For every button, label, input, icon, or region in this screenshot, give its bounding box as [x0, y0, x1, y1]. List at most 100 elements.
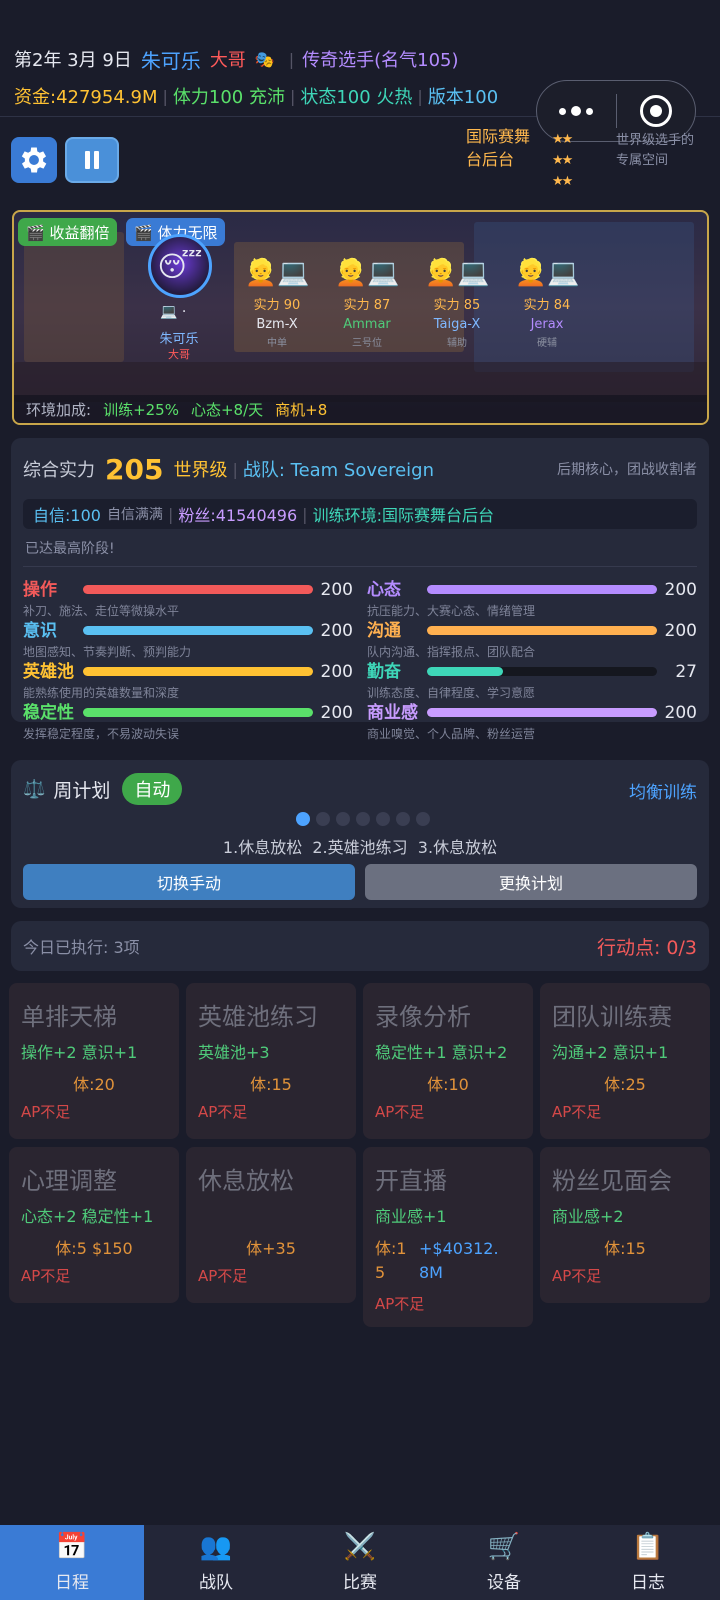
teammate-avatar-icon: 👱💻: [424, 258, 490, 288]
stat-operation: 操作 200 补刀、施法、走位等微操水平: [23, 578, 353, 618]
star-icon: ★★: [552, 132, 573, 147]
nav-equipment[interactable]: 🛒 设备: [432, 1525, 576, 1600]
action-cost: 体:15: [375, 1239, 407, 1282]
overall-label: 综合实力: [23, 460, 95, 481]
teammate-card[interactable]: 👱💻 实力 85 Taiga-X 辅助: [412, 256, 502, 349]
action-fan-meeting[interactable]: 粉丝见面会 商业感+2 体:15 AP不足: [540, 1147, 710, 1303]
action-ap-status: AP不足: [552, 1103, 602, 1121]
page-dot: [376, 812, 390, 826]
balance-icon: ⚖️: [23, 778, 46, 800]
stat-desc: 商业嗅觉、个人品牌、粉丝运营: [367, 727, 536, 741]
action-cost: 体:20: [73, 1075, 115, 1094]
scene-backdrop: [24, 232, 124, 362]
teammate-card[interactable]: 👱💻 实力 87 Ammar 三号位: [322, 256, 412, 349]
stat-bar: [83, 667, 313, 676]
nav-team[interactable]: 👥 战队: [144, 1525, 288, 1600]
stat-bar: [427, 708, 657, 717]
teammate-name: Taiga-X: [433, 317, 481, 332]
action-effect: 稳定性+1 意识+2: [375, 1043, 508, 1062]
venue-description: 世界级选手的专属空间: [616, 133, 695, 168]
action-mental-adjust[interactable]: 心理调整 心态+2 稳定性+1 体:5 $150 AP不足: [9, 1147, 179, 1303]
action-effect: 心态+2 稳定性+1: [21, 1207, 154, 1226]
close-miniprogram-icon[interactable]: [617, 95, 696, 127]
settings-button[interactable]: [11, 137, 57, 183]
player-avatar[interactable]: 😴: [148, 234, 212, 298]
environment-bonus: 环境加成: 训练+25% 心态+8/天 商机+8: [14, 395, 707, 423]
stat-name: 英雄池: [23, 662, 74, 682]
action-team-scrim[interactable]: 团队训练赛 沟通+2 意识+1 体:25 AP不足: [540, 983, 710, 1139]
action-effect: 操作+2 意识+1: [21, 1043, 138, 1062]
teammate-role: 硬辅: [537, 338, 557, 349]
env-mood: 心态+8/天: [190, 400, 264, 419]
teammate-power: 实力 90: [253, 298, 301, 313]
action-ap-status: AP不足: [198, 1267, 248, 1285]
action-income: +$40312.8M: [419, 1239, 499, 1282]
action-replay-analysis[interactable]: 录像分析 稳定性+1 意识+2 体:10 AP不足: [363, 983, 533, 1139]
stat-communication: 沟通 200 队内沟通、指挥报点、团队配合: [367, 619, 697, 659]
team-name: 战队: Team Sovereign: [242, 460, 435, 481]
nav-log[interactable]: 📋 日志: [576, 1525, 720, 1600]
page-dot: [356, 812, 370, 826]
gear-icon: [21, 147, 47, 173]
nav-schedule[interactable]: 📅 日程: [0, 1525, 144, 1600]
income-double-tag[interactable]: 🎬 收益翻倍: [18, 218, 118, 246]
action-rest[interactable]: 休息放松 体+35 AP不足: [186, 1147, 356, 1303]
stat-bar: [83, 626, 313, 635]
nav-match[interactable]: ⚔️ 比赛: [288, 1525, 432, 1600]
action-points: 行动点: 0/3: [596, 936, 697, 959]
divider: |: [288, 49, 295, 69]
teammate-card[interactable]: 👱💻 实力 90 Bzm-X 中单: [232, 256, 322, 349]
change-plan-button[interactable]: 更换计划: [365, 864, 697, 900]
pause-button[interactable]: [65, 137, 119, 183]
teammate-card[interactable]: 👱💻 实力 84 Jerax 硬辅: [502, 256, 592, 349]
action-title: 粉丝见面会: [552, 1167, 672, 1195]
stat-bar: [83, 585, 313, 594]
stat-name: 商业感: [367, 703, 418, 723]
plan-style[interactable]: 均衡训练: [629, 778, 697, 803]
teammate-avatar-icon: 👱💻: [514, 258, 580, 288]
star-icon: ★★: [552, 174, 573, 189]
info-row: 自信:100 自信满满 | 粉丝:41540496 | 训练环境:国际赛舞台后台: [23, 499, 697, 529]
plan-mode-badge[interactable]: 自动: [122, 773, 183, 805]
env-label: 环境加成:: [26, 400, 92, 419]
action-effect: 商业感+2: [552, 1207, 624, 1226]
weekly-plan-card: ⚖️ 周计划 自动 均衡训练 1.休息放松 2.英雄池练习 3.休息放松 切换手…: [11, 760, 709, 908]
state: 状态100 火热: [300, 87, 413, 108]
action-cost: 体:5 $150: [55, 1239, 133, 1258]
cart-icon: 🛒: [487, 1532, 521, 1562]
player-title: 传奇选手(名气105): [302, 50, 459, 71]
player-role: 大哥: [209, 50, 246, 71]
max-stage-note: 已达最高阶段!: [25, 541, 115, 557]
money: 资金:427954.9M: [14, 87, 158, 108]
nav-label: 比赛: [343, 1573, 377, 1593]
stat-value: 200: [320, 580, 353, 600]
more-icon[interactable]: [537, 106, 616, 116]
nav-label: 设备: [487, 1573, 521, 1593]
stat-name: 操作: [23, 580, 57, 600]
crossed-swords-icon: ⚔️: [343, 1532, 377, 1562]
action-livestream[interactable]: 开直播 商业感+1 体:15 +$40312.8M AP不足: [363, 1147, 533, 1327]
divider: |: [417, 86, 423, 106]
stat-bar: [427, 626, 657, 635]
action-solo-ladder[interactable]: 单排天梯 操作+2 意识+1 体:20 AP不足: [9, 983, 179, 1139]
stat-value: 200: [320, 662, 353, 682]
stat-hero-pool: 英雄池 200 能熟练使用的英雄数量和深度: [23, 660, 353, 700]
action-hero-pool[interactable]: 英雄池练习 英雄池+3 体:15 AP不足: [186, 983, 356, 1139]
resource-bar: 资金:427954.9M | 体力100 充沛 | 状态100 火热 | 版本1…: [14, 82, 498, 110]
sleeping-face-icon: 😴: [157, 249, 203, 283]
fans: 粉丝:41540496: [178, 506, 298, 525]
bottom-nav: 📅 日程 👥 战队 ⚔️ 比赛 🛒 设备 📋 日志: [0, 1525, 720, 1600]
teammate-avatar-icon: 👱💻: [244, 258, 310, 288]
star-icon: ★★: [552, 153, 573, 168]
switch-manual-button[interactable]: 切换手动: [23, 864, 355, 900]
plan-page-indicator: [296, 812, 430, 826]
training-env: 训练环境:国际赛舞台后台: [312, 506, 494, 525]
stat-name: 意识: [23, 621, 57, 641]
confidence-note: 自信满满: [106, 507, 163, 523]
stat-desc: 抗压能力、大赛心态、情绪管理: [367, 604, 536, 618]
stat-value: 200: [664, 621, 697, 641]
stat-desc: 队内沟通、指挥报点、团队配合: [367, 645, 536, 659]
teammate-role: 辅助: [447, 338, 467, 349]
action-effect: 商业感+1: [375, 1207, 447, 1226]
stat-name: 沟通: [367, 621, 401, 641]
